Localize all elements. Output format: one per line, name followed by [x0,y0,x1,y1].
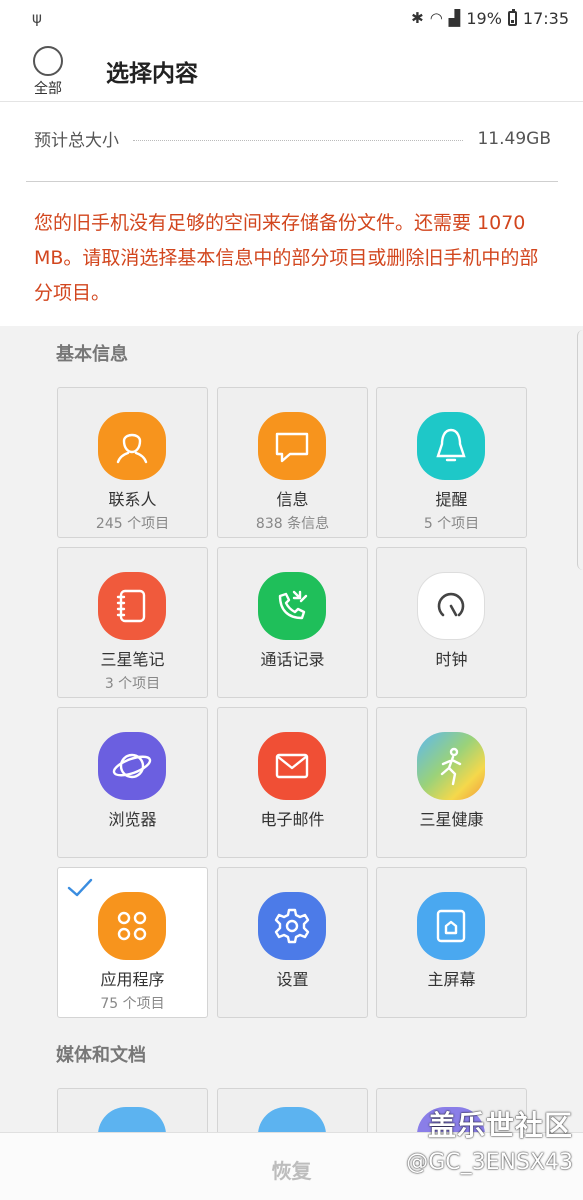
watermark-handle: @GC_3ENSX43 [406,1150,573,1175]
home-screen-icon [417,892,485,960]
notes-icon [98,572,166,640]
wifi-icon: ◠ [429,9,443,27]
clock-time: 17:35 [522,8,569,28]
tile-email[interactable]: 电子邮件 [217,707,368,858]
call-log-icon [258,572,326,640]
tile-count: 3 个项目 [104,676,161,692]
tile-count: 75 个项目 [100,996,165,1012]
dotted-leader [133,140,464,141]
reminder-icon [417,412,485,480]
total-size-value: 11.49GB [477,128,551,149]
tile-label: 设置 [276,970,309,989]
tile-label: 三星健康 [419,810,484,829]
tile-label: 浏览器 [108,810,157,829]
checkmark-icon [67,878,93,897]
tile-call-log[interactable]: 通话记录 [217,547,368,698]
signal-icon: ▟ [448,9,461,27]
tile-health[interactable]: 三星健康 [376,707,527,858]
tile-notes[interactable]: 三星笔记 3 个项目 [57,547,208,698]
tile-label: 通话记录 [260,650,325,669]
watermark-title: 盖乐世社区 [427,1109,573,1142]
edge-panel-handle[interactable] [577,330,583,570]
tile-label: 信息 [276,490,309,509]
tile-count: 838 条信息 [255,516,330,532]
size-section: 预计总大小 11.49GB 您的旧手机没有足够的空间来存储备份文件。还需要 10… [0,102,583,326]
tile-apps[interactable]: 应用程序 75 个项目 [57,867,208,1018]
tile-contacts[interactable]: 联系人 245 个项目 [57,387,208,538]
apps-icon [98,892,166,960]
contacts-icon [98,412,166,480]
bluetooth-icon: ✱ [411,9,424,27]
tile-reminder[interactable]: 提醒 5 个项目 [376,387,527,538]
tile-label: 应用程序 [100,970,165,989]
tile-label: 电子邮件 [260,810,325,829]
select-all-checkbox[interactable]: 全部 [30,46,66,98]
divider [26,181,558,182]
browser-icon [98,732,166,800]
tile-settings[interactable]: 设置 [217,867,368,1018]
tile-count: 245 个项目 [95,516,170,532]
health-icon [417,732,485,800]
battery-percent: 19% [466,8,502,28]
email-icon [258,732,326,800]
tile-count: 5 个项目 [423,516,480,532]
tile-label: 三星笔记 [100,650,165,669]
tile-label: 主屏幕 [427,970,476,989]
clock-icon [417,572,485,640]
header: 全部 选择内容 [0,36,583,102]
status-bar: ψ ✱ ◠ ▟ 19% 17:35 [0,0,583,36]
tile-home-screen[interactable]: 主屏幕 [376,867,527,1018]
section-title-media: 媒体和文档 [56,1045,146,1066]
watermark: 盖乐世社区 @GC_3ENSX43 [406,1104,573,1175]
message-icon [258,412,326,480]
settings-icon [258,892,326,960]
section-title-basic: 基本信息 [56,344,128,365]
tile-browser[interactable]: 浏览器 [57,707,208,858]
tile-label: 时钟 [435,650,468,669]
select-all-label: 全部 [34,81,62,97]
storage-warning: 您的旧手机没有足够的空间来存储备份文件。还需要 1070 MB。请取消选择基本信… [34,212,539,304]
tile-messages[interactable]: 信息 838 条信息 [217,387,368,538]
tile-label: 提醒 [435,490,468,509]
usb-icon: ψ [32,9,42,27]
total-size-label: 预计总大小 [34,131,119,151]
tile-clock[interactable]: 时钟 [376,547,527,698]
tile-label: 联系人 [108,490,157,509]
page-title: 选择内容 [106,61,198,87]
battery-icon [507,8,517,26]
checkbox-circle-icon [33,46,63,76]
